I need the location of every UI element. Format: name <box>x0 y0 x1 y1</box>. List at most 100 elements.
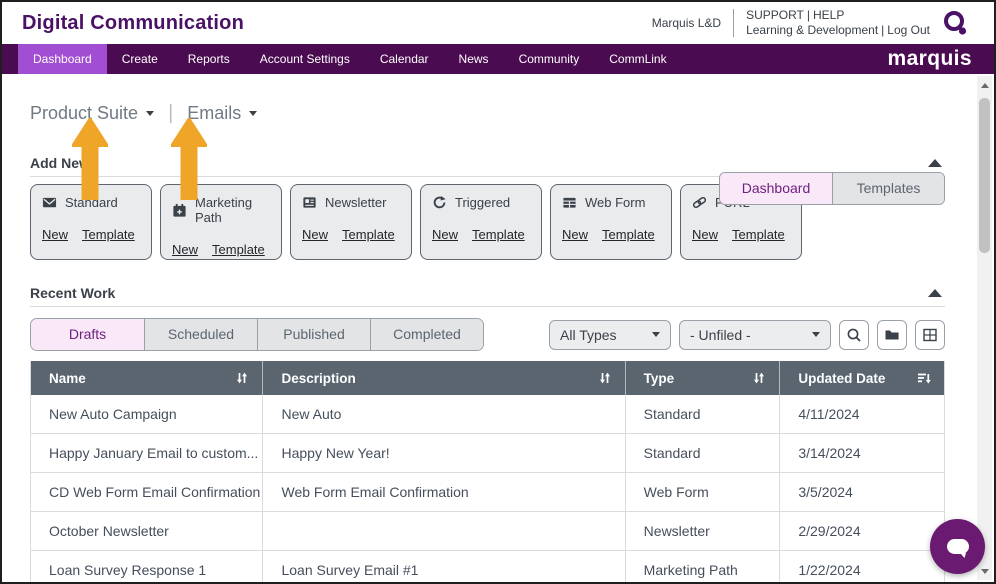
newsletter-new-link[interactable]: New <box>302 227 328 242</box>
newspaper-icon <box>302 195 317 210</box>
scroll-down-icon <box>981 569 989 574</box>
cell-description <box>262 512 624 550</box>
tab-drafts[interactable]: Drafts <box>31 319 144 350</box>
column-header-name[interactable]: Name <box>31 361 262 395</box>
triggered-template-link[interactable]: Template <box>472 227 525 242</box>
standard-template-link[interactable]: Template <box>82 227 135 242</box>
table-row[interactable]: Loan Survey Response 1 Loan Survey Email… <box>31 551 944 582</box>
support-link[interactable]: SUPPORT <box>746 8 804 22</box>
product-suite-dropdown[interactable]: Product Suite <box>30 103 154 124</box>
cell-name: Happy January Email to custom... <box>31 434 262 472</box>
folder-button[interactable] <box>877 320 907 350</box>
card-triggered: Triggered New Template <box>420 184 542 260</box>
table-icon <box>562 195 577 210</box>
grid-view-button[interactable] <box>915 320 945 350</box>
sort-updown-icon <box>752 371 766 385</box>
account-name-link[interactable]: Marquis L&D <box>652 16 721 30</box>
marketing-path-new-link[interactable]: New <box>172 242 198 257</box>
table-header-row: Name Description Type Updated Date <box>31 361 944 395</box>
cell-type: Newsletter <box>625 512 780 550</box>
nav-item-community[interactable]: Community <box>504 44 595 74</box>
toggle-templates-button[interactable]: Templates <box>832 173 944 204</box>
main-content: Product Suite | Emails Dashboard Templat… <box>2 74 994 582</box>
purl-template-link[interactable]: Template <box>732 227 785 242</box>
crumb-separator: | <box>168 102 173 125</box>
scrollbar-thumb[interactable] <box>979 98 990 253</box>
collapse-add-new-button[interactable] <box>927 157 943 169</box>
recent-work-table: Name Description Type Updated Date New A <box>30 361 945 582</box>
chat-bubble-icon <box>944 533 972 561</box>
scroll-up-button[interactable] <box>977 78 992 92</box>
chat-widget-button[interactable] <box>930 519 985 574</box>
nav-item-news[interactable]: News <box>444 44 504 74</box>
marketing-path-template-link[interactable]: Template <box>212 242 265 257</box>
cell-updated-date: 4/11/2024 <box>779 395 944 433</box>
help-link[interactable]: HELP <box>813 8 844 22</box>
toggle-dashboard-button[interactable]: Dashboard <box>720 173 832 204</box>
header-utility-area: Marquis L&D SUPPORT | HELP Learning & Deve… <box>652 2 970 44</box>
search-button[interactable] <box>839 320 869 350</box>
folder-filter-value: - Unfiled - <box>690 327 751 343</box>
purl-new-link[interactable]: New <box>692 227 718 242</box>
cell-description: Loan Survey Email #1 <box>262 551 624 582</box>
table-row[interactable]: October Newsletter Newsletter 2/29/2024 <box>31 512 944 551</box>
header-divider <box>733 9 734 37</box>
learning-development-link[interactable]: Learning & Development <box>746 23 878 37</box>
cell-updated-date: 1/22/2024 <box>779 551 944 582</box>
sort-updown-icon <box>598 371 612 385</box>
tab-scheduled[interactable]: Scheduled <box>144 319 257 350</box>
logout-link[interactable]: Log Out <box>887 23 930 37</box>
nav-item-create[interactable]: Create <box>107 44 173 74</box>
cell-type: Standard <box>625 434 780 472</box>
sort-updown-icon <box>235 371 249 385</box>
card-standard: Standard New Template <box>30 184 152 260</box>
calendar-plus-icon <box>172 203 187 218</box>
tab-published[interactable]: Published <box>257 319 370 350</box>
web-form-new-link[interactable]: New <box>562 227 588 242</box>
cell-name: October Newsletter <box>31 512 262 550</box>
cell-type: Web Form <box>625 473 780 511</box>
column-header-type[interactable]: Type <box>625 361 780 395</box>
card-label: Web Form <box>585 195 645 210</box>
nav-item-account-settings[interactable]: Account Settings <box>245 44 365 74</box>
add-new-heading: Add New <box>30 155 90 171</box>
nav-item-commlink[interactable]: CommLink <box>594 44 681 74</box>
search-icon[interactable] <box>942 8 970 38</box>
app-window: Digital Communication Marquis L&D SUPPOR… <box>0 0 996 584</box>
link-icon <box>692 195 707 210</box>
nav-item-reports[interactable]: Reports <box>173 44 245 74</box>
column-header-updated-date[interactable]: Updated Date <box>779 361 944 395</box>
table-row[interactable]: New Auto Campaign New Auto Standard 4/11… <box>31 395 944 434</box>
vertical-scrollbar <box>977 76 992 580</box>
table-row[interactable]: CD Web Form Email Confirmation Web Form … <box>31 473 944 512</box>
table-row[interactable]: Happy January Email to custom... Happy N… <box>31 434 944 473</box>
folder-icon <box>884 327 900 343</box>
tab-completed[interactable]: Completed <box>370 319 483 350</box>
folder-filter-select[interactable]: - Unfiled - <box>679 320 831 350</box>
cell-type: Standard <box>625 395 780 433</box>
column-header-description[interactable]: Description <box>262 361 624 395</box>
product-suite-label: Product Suite <box>30 103 138 124</box>
recent-work-toolbar: Drafts Scheduled Published Completed All… <box>30 318 945 351</box>
collapse-recent-work-button[interactable] <box>927 287 943 299</box>
emails-dropdown[interactable]: Emails <box>187 103 257 124</box>
link-separator: | <box>878 23 887 37</box>
triggered-new-link[interactable]: New <box>432 227 458 242</box>
web-form-template-link[interactable]: Template <box>602 227 655 242</box>
scroll-down-button[interactable] <box>977 564 992 578</box>
card-label: Triggered <box>455 195 510 210</box>
newsletter-template-link[interactable]: Template <box>342 227 395 242</box>
cell-updated-date: 3/5/2024 <box>779 473 944 511</box>
type-filter-select[interactable]: All Types <box>549 320 671 350</box>
filter-controls: All Types - Unfiled - <box>549 320 945 350</box>
card-label: Standard <box>65 195 118 210</box>
nav-item-dashboard[interactable]: Dashboard <box>18 44 107 74</box>
dashboard-templates-toggle: Dashboard Templates <box>719 172 945 205</box>
standard-new-link[interactable]: New <box>42 227 68 242</box>
cell-type: Marketing Path <box>625 551 780 582</box>
cell-updated-date: 3/14/2024 <box>779 434 944 472</box>
header-links: SUPPORT|HELP Learning & Development|Log … <box>746 8 930 38</box>
chevron-down-icon <box>652 332 660 337</box>
nav-item-calendar[interactable]: Calendar <box>365 44 444 74</box>
refresh-icon <box>432 195 447 210</box>
